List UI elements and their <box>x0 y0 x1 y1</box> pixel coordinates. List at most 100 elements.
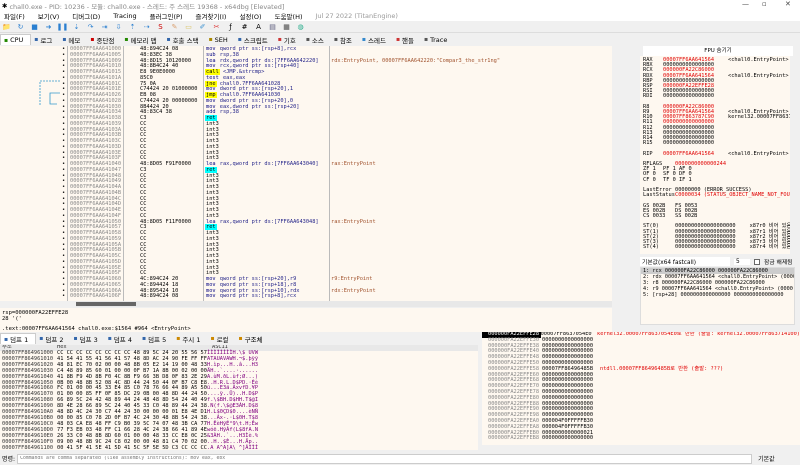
tab-icon: ▪ <box>361 36 366 43</box>
menu-item[interactable]: 설정(O) <box>235 11 270 21</box>
command-mode-select[interactable]: 기본값 <box>758 454 775 463</box>
dump-tab-3[interactable]: ▪ 덤프 4 <box>105 333 139 344</box>
registers-view[interactable]: RAX 00007FF6AA641564 <chall0.EntryPoint> RB… <box>640 56 790 254</box>
menu-item[interactable]: 플러그인(P) <box>146 11 192 21</box>
tab-icon: ▪ <box>237 36 242 43</box>
dump-tab-7[interactable]: ▪ 구조체 <box>236 333 270 344</box>
stack-view[interactable]: 000000FA22EFFE28 00007FF8637054E0 kernel32… <box>482 332 800 445</box>
tab-2[interactable]: ▪ 메모 <box>59 34 87 45</box>
arg-count-spinner[interactable]: 5 <box>734 258 750 265</box>
register-comment: x87r4 비어 있음 0.0000 <box>749 244 790 251</box>
stop-icon[interactable]: ■ <box>30 22 39 31</box>
menu-item[interactable]: 도움말(H) <box>271 11 312 21</box>
arg-item[interactable]: 5: [rsp+28] 0000000000000000 00000000000… <box>641 292 794 298</box>
breakpoint-dot[interactable]: • <box>62 293 65 300</box>
call-args-list[interactable]: 1: rcx 000000FA22C86000 000000FA22C86000… <box>640 267 795 325</box>
dump-row[interactable]: 00007FF864961100 00 41 5F 41 5E 41 5D 41 … <box>0 445 478 450</box>
dump-view[interactable]: 주소 Hex ASCII 00007FF864961000 CC CC CC CC… <box>0 345 478 450</box>
restart-icon[interactable]: ↻ <box>16 22 25 31</box>
register-value[interactable]: 0000000000000000 <box>663 140 714 146</box>
toolbar: 📁 ↻ ■ ➜ ❚❚ ⇣ ↷ ⇥ ⇩ ⇡ ⇢ S ✎ ▭ ✐ ✂ ƒ # A ▤ ▦ ◍ <box>0 21 800 33</box>
register-value[interactable]: C0000034 (STATUS_OBJECT_NAME_NOT_FOUND) <box>675 192 790 198</box>
minimize-button[interactable]: — <box>742 0 749 8</box>
tab-10[interactable]: ▪ 참조 <box>331 34 359 45</box>
tab-9[interactable]: ▪ 소스 <box>303 34 331 45</box>
dump-tab-2[interactable]: ▪ 덤프 3 <box>71 333 105 344</box>
tab-icon: ▪ <box>424 36 429 43</box>
dump-tab-6[interactable]: ▪ 로컬 <box>208 333 236 344</box>
tab-icon: ▪ <box>166 36 171 43</box>
tab-3[interactable]: ▪ 중단점 <box>87 34 121 45</box>
stack-row[interactable]: 000000FA22EFFEB8 0000000000000000 <box>482 436 800 442</box>
run-icon[interactable]: ➜ <box>44 22 53 31</box>
register-value[interactable]: 0000000000000000000 <box>675 244 736 250</box>
tab-12[interactable]: ▪ 핸들 <box>393 34 421 45</box>
calling-convention-select[interactable]: 기본값(x64 fastcall) <box>640 257 730 266</box>
tab-icon: ▪ <box>277 36 282 43</box>
hash-icon[interactable]: # <box>240 22 249 31</box>
dump-tab-1[interactable]: ▪ 덤프 2 <box>36 333 70 344</box>
globe-icon[interactable]: ◍ <box>296 22 305 31</box>
tab-13[interactable]: ▪ Trace <box>421 34 454 45</box>
dump-hex[interactable]: 00 41 5F 41 5E 41 5D 41 5C 5F 5E 5D C3 C… <box>57 445 207 450</box>
disassembly-view[interactable]: • 00007FF6AA641000 48:894C24 08 mov qword p… <box>0 46 612 301</box>
patch-icon[interactable]: ✎ <box>170 22 179 31</box>
register-value[interactable]: 00007FF6AA641564 <box>663 151 714 157</box>
dump-tab-5[interactable]: ▪ 주시 1 <box>173 333 207 344</box>
script-icon[interactable]: S <box>156 22 165 31</box>
tab-label: 스크립트 <box>243 36 268 45</box>
command-input[interactable] <box>17 453 753 464</box>
memory-icon[interactable]: ▤ <box>268 22 277 31</box>
menu-item[interactable]: 보기(V) <box>34 11 68 21</box>
tab-5[interactable]: ▪ 호출 스택 <box>164 34 206 45</box>
mnemonic: int3 <box>206 120 219 127</box>
stack-comment: kernel32.00007FF8637054E0로 반환 (출발: kerne… <box>597 332 800 337</box>
register-row[interactable]: ST(4) 0000000000000000000 x87r4 비어 있음 0.00… <box>643 244 790 251</box>
label-icon[interactable]: ✐ <box>198 22 207 31</box>
execute-till-return-icon[interactable]: ⇡ <box>128 22 137 31</box>
tab-1[interactable]: ▪ 로그 <box>31 34 59 45</box>
disasm-row[interactable]: • 00007FF6AA64106F 48:894C24 08 mov qword p… <box>0 293 612 300</box>
tab-4[interactable]: ▪ 메모리 맵 <box>121 34 163 45</box>
tab-label: 스레드 <box>368 36 386 45</box>
lock-checkbox[interactable] <box>754 258 760 265</box>
maximize-button[interactable]: ▫ <box>762 0 767 8</box>
hide-fpu-button[interactable]: FPU 숨기기 <box>643 46 793 56</box>
run-to-user-code-icon[interactable]: ⇢ <box>142 22 151 31</box>
dump-tab-4[interactable]: ▪ 덤프 5 <box>139 333 173 344</box>
trace-over-icon[interactable]: ⇩ <box>114 22 123 31</box>
tab-0[interactable]: ▪ CPU <box>0 34 32 45</box>
font-icon[interactable]: A <box>254 22 263 31</box>
bookmark-icon[interactable]: ✂ <box>212 22 221 31</box>
trace-into-icon[interactable]: ⇥ <box>100 22 109 31</box>
close-button[interactable]: ✕ <box>785 0 791 8</box>
disassembly-hscroll[interactable] <box>76 301 612 307</box>
menu-item[interactable]: 즐겨찾기(I) <box>192 11 236 21</box>
menu-item[interactable]: 디버그(D) <box>68 11 109 21</box>
dump-tab-0[interactable]: ▪ 덤프 1 <box>0 333 37 344</box>
pause-icon[interactable]: ❚❚ <box>57 22 69 31</box>
register-value[interactable]: SS 002B <box>675 213 697 219</box>
tab-11[interactable]: ▪ 스레드 <box>359 34 393 45</box>
register-value[interactable]: 0000000000000000 <box>663 93 714 99</box>
dump-ascii[interactable]: .A_A^A]A\_^]ÃÌÌÌ <box>207 445 262 450</box>
step-over-icon[interactable]: ↷ <box>86 22 95 31</box>
register-comment: <chall0.EntryPoint> <box>728 150 789 157</box>
step-into-icon[interactable]: ⇣ <box>72 22 81 31</box>
tab-icon: ▪ <box>305 36 310 43</box>
register-value[interactable]: TF 0 IF 1 <box>663 177 692 183</box>
calculator-icon[interactable]: ▦ <box>282 22 291 31</box>
menu-item[interactable]: 파일(F) <box>0 11 34 21</box>
tab-7[interactable]: ▪ 스크립트 <box>235 34 275 45</box>
operands: rax,qword ptr ds:[7FF6AA643048] <box>216 218 319 225</box>
comment-icon[interactable]: ▭ <box>184 22 193 31</box>
function-icon[interactable]: ƒ <box>226 22 235 31</box>
tab-8[interactable]: ▪ 기호 <box>275 34 303 45</box>
open-icon[interactable]: 📁 <box>2 22 11 31</box>
tab-label: 메모 <box>68 36 81 45</box>
tab-icon: ▪ <box>238 335 243 342</box>
tab-icon: ▪ <box>107 335 112 342</box>
menu-item[interactable]: Tracing <box>109 12 145 20</box>
tab-6[interactable]: ▪ SEH <box>206 34 235 45</box>
menu-bar: 파일(F) 보기(V) 디버그(D) Tracing 플러그인(P) 즐겨찾기(I) 설정(… <box>0 11 800 21</box>
